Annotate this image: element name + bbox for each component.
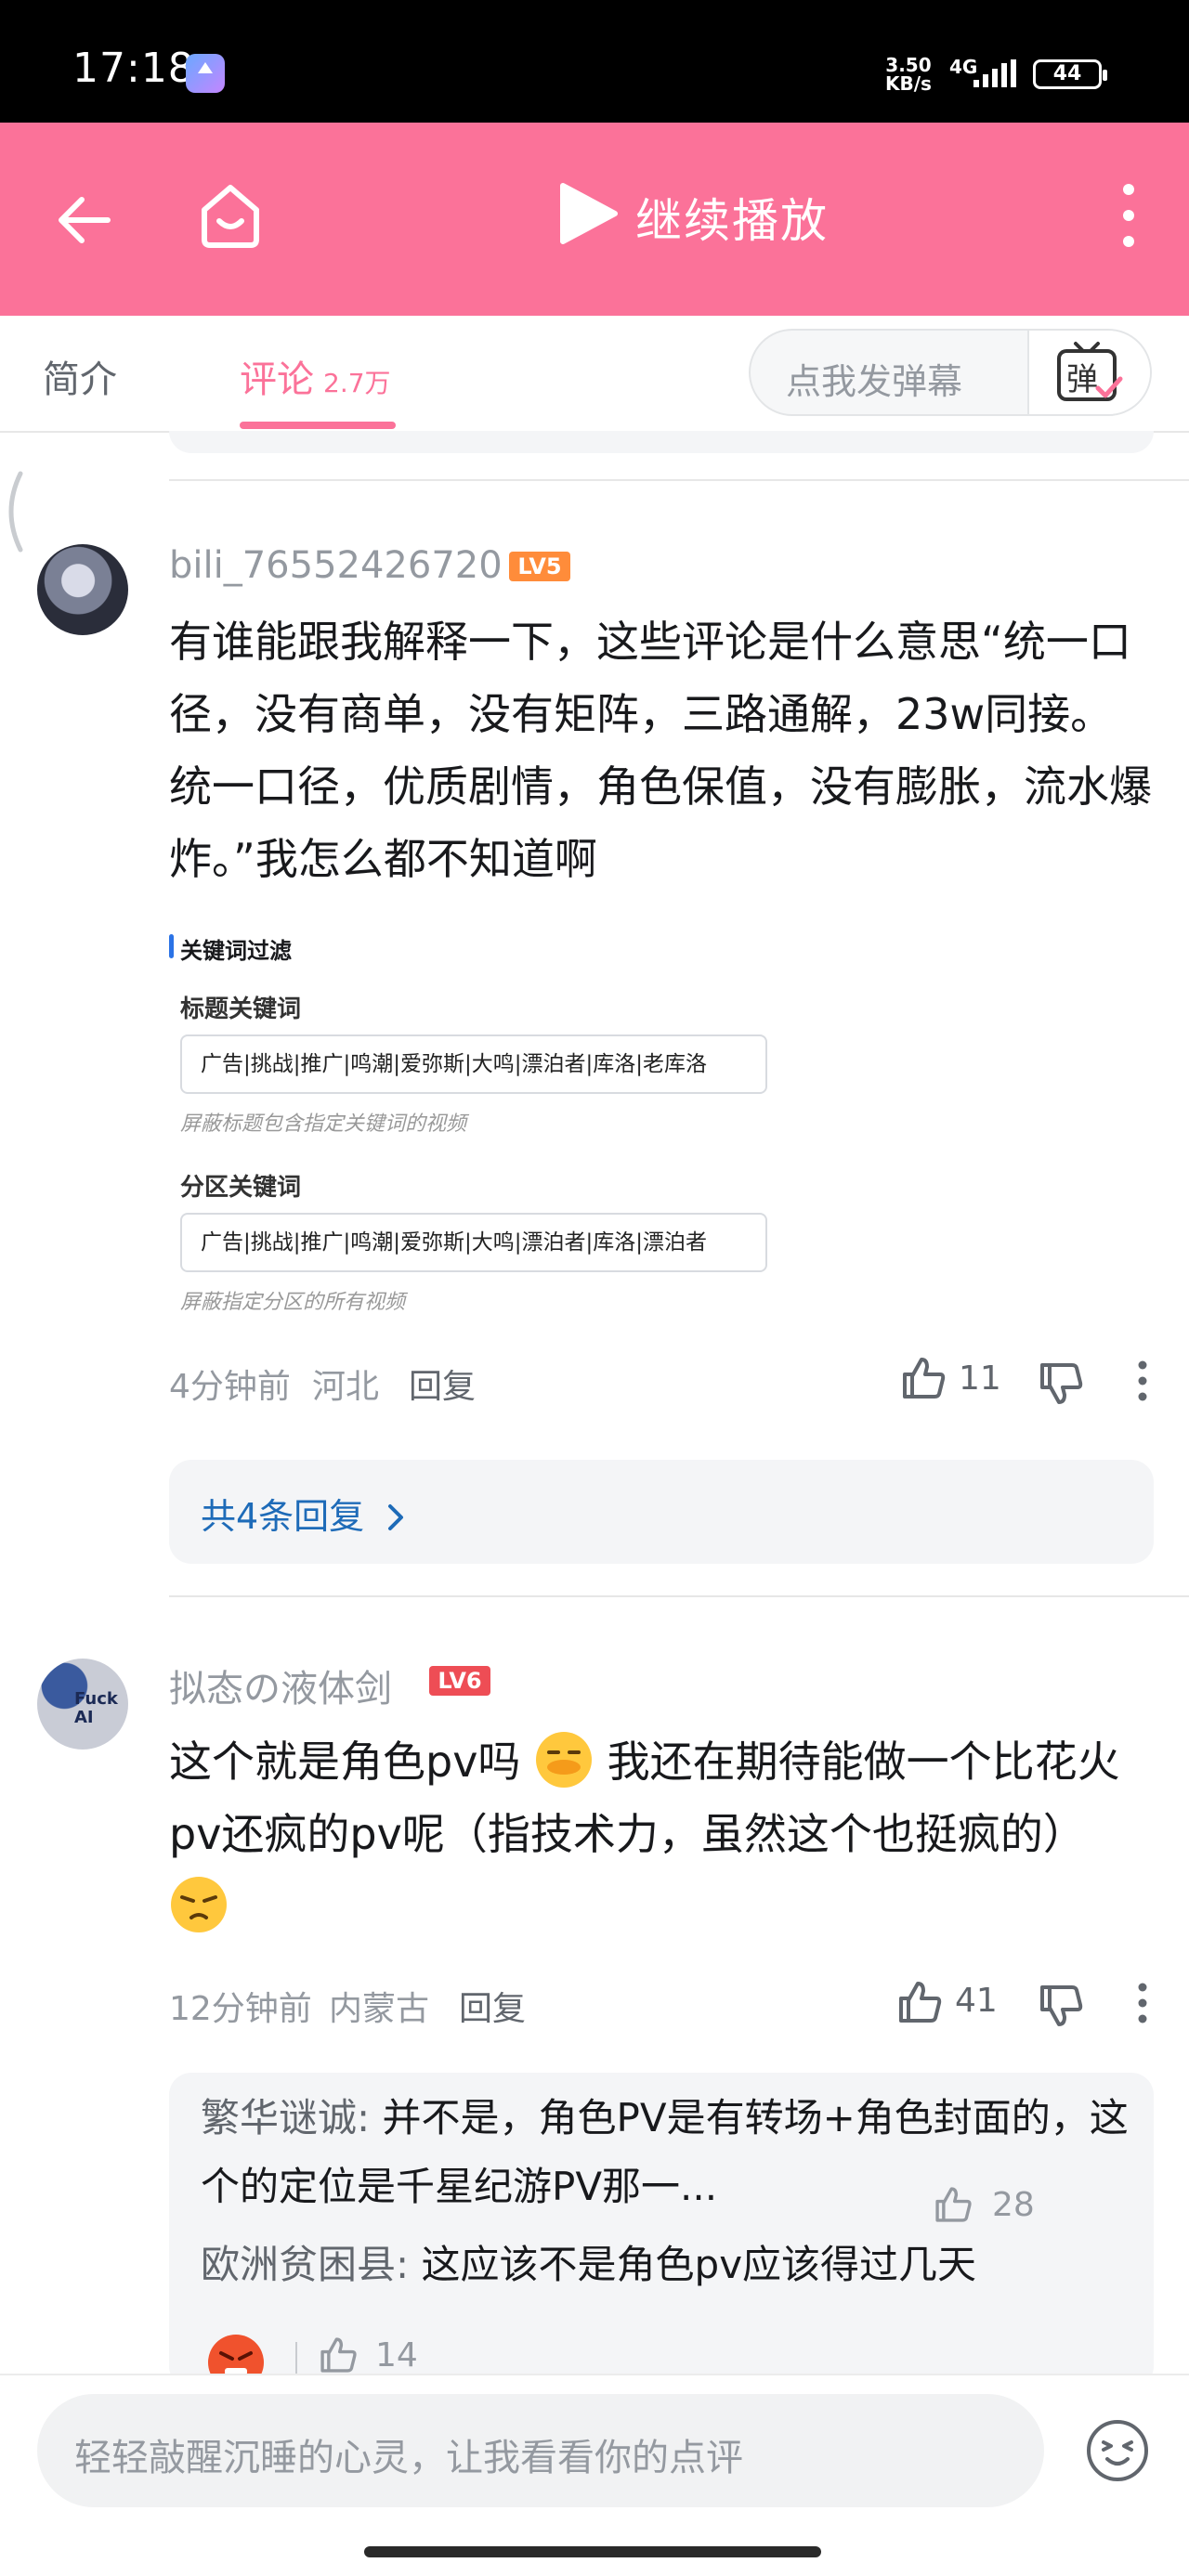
- more-options-icon[interactable]: [1115, 178, 1143, 253]
- comment-image[interactable]: 关键词过滤 标题关键词 广告|挑战|推广|鸣潮|爱弥斯|大鸣|漂泊者|库洛|老库…: [169, 925, 782, 1315]
- danmaku-input[interactable]: 点我发弹幕 弹: [749, 329, 1152, 416]
- thumbs-down-icon[interactable]: [1037, 1360, 1085, 1408]
- back-arrow-icon[interactable]: [54, 188, 119, 253]
- tab-comments-count: 2.7万: [323, 368, 391, 398]
- tab-comments-label: 评论: [240, 358, 314, 401]
- image-section-title: 关键词过滤: [169, 932, 292, 965]
- previous-comment-card-edge: [169, 431, 1154, 453]
- comment-text: 有谁能跟我解释一下，这些评论是什么意思“统一口径，没有商单，没有矩阵，三路通解，…: [169, 617, 1152, 884]
- emoji-annoyed-face-icon: [171, 1877, 227, 1932]
- network-speed-unit: KB/s: [885, 72, 932, 95]
- sub-reply-like-count: 28: [992, 2186, 1035, 2224]
- image-zone-keywords-field: 广告|挑战|推广|鸣潮|爱弥斯|大鸣|漂泊者|库洛|漂泊者: [180, 1213, 767, 1272]
- network-speed: 3.50 KB/s: [885, 56, 932, 93]
- chevron-right-icon: [388, 1504, 404, 1530]
- clock: 17:18: [72, 45, 195, 92]
- sub-reply-like-count: 14: [375, 2336, 418, 2374]
- home-indicator: [364, 2546, 821, 2557]
- danmaku-icon: 弹: [1057, 342, 1123, 401]
- comment-location: 内蒙古: [329, 1990, 430, 2028]
- tab-bar: 简介 评论 2.7万 点我发弹幕 弹: [0, 316, 1189, 433]
- image-zone-keywords-label: 分区关键词: [180, 1174, 302, 1202]
- tab-intro[interactable]: 简介: [43, 349, 117, 403]
- active-tab-indicator: [240, 422, 396, 429]
- sub-reply-user[interactable]: 欧洲贫困县: [201, 2242, 396, 2287]
- comment-more-icon[interactable]: [1131, 1980, 1154, 2026]
- danmaku-toggle-button[interactable]: 弹: [1027, 331, 1150, 414]
- image-zone-keywords-hint: 屏蔽指定分区的所有视频: [180, 1291, 406, 1314]
- status-bar: 17:18 3.50 KB/s 4G 44: [0, 0, 1189, 123]
- continue-playing-button[interactable]: 继续播放: [635, 184, 829, 251]
- thumbs-down-icon[interactable]: [1037, 1982, 1085, 2030]
- sub-replies-box[interactable]: 繁华谜诚: 并不是，角色PV是有转场+角色封面的，这个的定位是千星纪游PV那一.…: [169, 2073, 1154, 2388]
- comment-time: 12分钟前: [169, 1990, 312, 2028]
- video-top-bar: 继续播放: [0, 123, 1189, 316]
- danmaku-icon-glyph: 弹: [1066, 361, 1098, 398]
- sub-reply[interactable]: 欧洲贫困县: 这应该不是角色pv应该得过几天: [201, 2231, 1130, 2299]
- image-title-keywords-label: 标题关键词: [180, 995, 302, 1023]
- like-count: 11: [959, 1360, 1001, 1398]
- avatar[interactable]: Fuck AI: [37, 1659, 128, 1750]
- view-replies-link[interactable]: 共4条回复: [201, 1488, 409, 1539]
- comment-username[interactable]: bili_76552426720: [169, 544, 503, 587]
- divider: [169, 479, 1189, 481]
- image-title-keywords-field: 广告|挑战|推广|鸣潮|爱弥斯|大鸣|漂泊者|库洛|老库洛: [180, 1034, 767, 1094]
- replies-summary-box[interactable]: 共4条回复: [169, 1460, 1154, 1564]
- reply-button[interactable]: 回复: [409, 1360, 476, 1408]
- sub-reply-text: 这应该不是角色pv应该得过几天: [421, 2242, 977, 2287]
- separator: [295, 2342, 297, 2375]
- comment-time: 4分钟前: [169, 1368, 291, 1406]
- tab-comments[interactable]: 评论 2.7万: [240, 349, 391, 403]
- view-replies-label: 共4条回复: [201, 1496, 365, 1537]
- comment-location: 河北: [312, 1368, 380, 1406]
- comment-text: 这个就是角色pv吗 我还在期待能做一个比花火pv还疯的pv呢（指技术力，虽然这个…: [169, 1725, 1154, 1943]
- battery-icon: 44: [1033, 59, 1107, 89]
- notification-app-icon: [186, 54, 225, 93]
- emoji-picker-icon[interactable]: [1085, 2418, 1150, 2483]
- thumbs-up-icon[interactable]: [899, 1354, 947, 1402]
- divider: [169, 1595, 1189, 1597]
- signal-icon: [973, 59, 1016, 87]
- comment-input-bar: 轻轻敲醒沉睡的心灵，让我看看你的点评: [0, 2374, 1189, 2576]
- home-icon[interactable]: [195, 180, 266, 251]
- thumbs-up-icon[interactable]: [895, 1978, 944, 2026]
- play-icon[interactable]: [554, 180, 621, 247]
- level-badge: LV6: [429, 1666, 490, 1696]
- pull-indicator-icon: [8, 471, 23, 553]
- danmaku-placeholder: 点我发弹幕: [786, 361, 963, 402]
- thumbs-up-icon[interactable]: [318, 2335, 359, 2375]
- emoji-duck-face-icon: [536, 1732, 593, 1788]
- level-badge: LV5: [509, 552, 570, 581]
- comment-input[interactable]: 轻轻敲醒沉睡的心灵，让我看看你的点评: [37, 2394, 1044, 2507]
- avatar[interactable]: [37, 544, 128, 635]
- comment-text-part1: 这个就是角色pv吗: [169, 1737, 521, 1787]
- avatar-text: Fuck AI: [74, 1689, 118, 1727]
- sub-reply-user[interactable]: 繁华谜诚: [201, 2095, 357, 2140]
- comment-username[interactable]: 拟态の液体剑: [169, 1659, 392, 1712]
- comment-input-placeholder: 轻轻敲醒沉睡的心灵，让我看看你的点评: [74, 2437, 743, 2479]
- image-title-keywords-hint: 屏蔽标题包含指定关键词的视频: [180, 1112, 467, 1136]
- reply-button[interactable]: 回复: [459, 1982, 526, 2030]
- comment-more-icon[interactable]: [1131, 1358, 1154, 1404]
- sub-reply[interactable]: 繁华谜诚: 并不是，角色PV是有转场+角色封面的，这个的定位是千星纪游PV那一.…: [201, 2084, 1130, 2221]
- like-count: 41: [955, 1982, 998, 2020]
- thumbs-up-icon[interactable]: [933, 2184, 973, 2225]
